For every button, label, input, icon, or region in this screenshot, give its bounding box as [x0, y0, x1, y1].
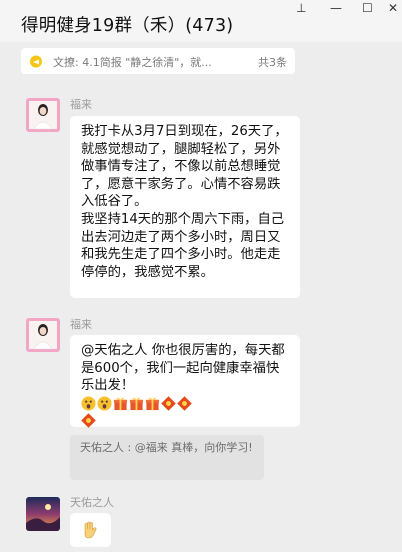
sender-name: 福来 [70, 318, 92, 331]
red-envelope-fu-icon [81, 413, 96, 429]
gift-icon [145, 397, 160, 410]
sender-name: 天佑之人 [70, 496, 114, 509]
emoji-row [81, 395, 290, 431]
gift-icon [113, 397, 128, 410]
close-icon[interactable]: ✕ [388, 2, 398, 14]
avatar[interactable] [26, 497, 60, 531]
red-envelope-fu-icon [177, 395, 192, 411]
announcement-icon [30, 55, 42, 68]
message-bubble[interactable]: @天佑之人 你也很厉害的，每天都是600个，我们一起向健康幸福快乐出发！ [70, 335, 300, 429]
chat-title: 得明健身19群（禾）(473) [21, 16, 234, 36]
message-bubble[interactable] [70, 513, 111, 547]
avatar[interactable] [26, 318, 60, 352]
maximize-icon[interactable]: ☐ [362, 2, 373, 14]
quoted-message[interactable]: 天佑之人 : @福来 真棒，向你学习! [70, 435, 264, 480]
gift-icon [129, 397, 144, 410]
message-text: @天佑之人 你也很厉害的，每天都是600个，我们一起向健康幸福快乐出发！ [81, 343, 285, 394]
announcement-text: 文撩: 4.1简报 "静之徐清"，就... [53, 56, 212, 69]
minimize-icon[interactable]: — [330, 2, 342, 14]
announcement-count[interactable]: 共3条 [258, 54, 287, 70]
announcement-bar[interactable]: 文撩: 4.1简报 "静之徐清"，就... 共3条 [21, 48, 295, 74]
sender-name: 福来 [70, 98, 92, 111]
quoted-text: 天佑之人 : @福来 真棒，向你学习! [80, 441, 253, 454]
astonished-face-icon [81, 396, 96, 411]
waving-hand-icon [84, 521, 97, 539]
message-text: 我打卡从3月7日到现在，26天了，就感觉想动了，腿脚轻松了，另外做事情专注了，不… [81, 124, 288, 280]
red-envelope-fu-icon [161, 395, 176, 411]
avatar[interactable] [26, 98, 60, 132]
pin-icon[interactable]: ⊥ [296, 2, 306, 14]
message-bubble[interactable]: 我打卡从3月7日到现在，26天了，就感觉想动了，腿脚轻松了，另外做事情专注了，不… [70, 116, 300, 298]
astonished-face-icon [97, 396, 112, 411]
